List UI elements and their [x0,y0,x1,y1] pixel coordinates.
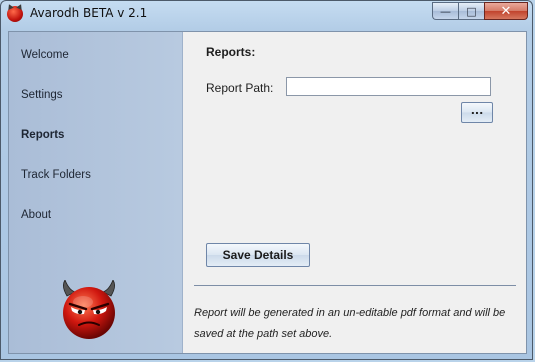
maximize-icon: □ [466,4,477,18]
page-title: Reports: [206,45,256,59]
close-button[interactable]: ✕ [484,2,528,20]
minimize-button[interactable]: — [432,2,458,20]
sidebar: Welcome Settings Reports Track Folders A… [9,32,183,353]
app-window: Avarodh BETA v 2.1 — □ ✕ Welcome Setting… [0,0,533,360]
close-icon: ✕ [500,3,512,19]
sidebar-item-track-folders[interactable]: Track Folders [21,169,91,181]
app-devil-icon [7,6,23,22]
window-title: Avarodh BETA v 2.1 [30,6,148,20]
sidebar-item-about[interactable]: About [21,209,51,221]
divider [194,285,516,286]
sidebar-item-reports[interactable]: Reports [21,129,64,141]
report-path-label: Report Path: [206,81,274,95]
browse-button[interactable]: ... [461,102,493,123]
sidebar-item-settings[interactable]: Settings [21,89,63,101]
caption-buttons: — □ ✕ [432,2,528,21]
reports-panel: Reports: Report Path: ... Save Details R… [183,32,526,353]
report-note: Report will be generated in an un-editab… [194,307,506,340]
save-details-button[interactable]: Save Details [206,243,310,267]
report-path-input[interactable] [286,77,491,96]
maximize-button[interactable]: □ [458,2,484,20]
sidebar-item-welcome[interactable]: Welcome [21,49,69,61]
minimize-icon: — [440,4,451,18]
client-area: Welcome Settings Reports Track Folders A… [8,31,527,354]
title-bar[interactable]: Avarodh BETA v 2.1 — □ ✕ [1,1,534,31]
devil-face-icon [63,280,115,339]
